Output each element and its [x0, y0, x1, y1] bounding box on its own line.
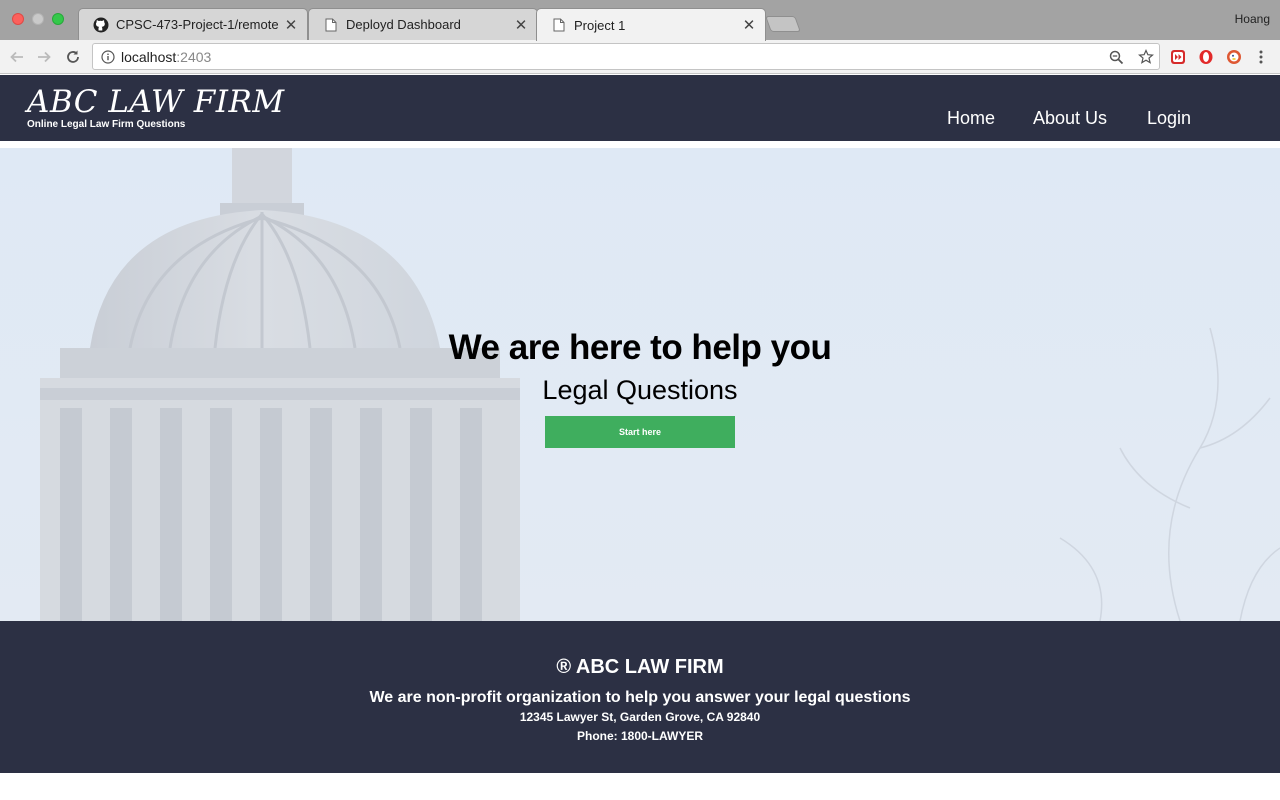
footer-title: ® ABC LAW FIRM	[556, 656, 724, 678]
window-close-button[interactable]	[12, 13, 24, 25]
browser-tab-project1[interactable]: Project 1 ✕	[536, 8, 766, 41]
site-footer: ® ABC LAW FIRM We are non-profit organiz…	[0, 621, 1280, 773]
nav-home-link[interactable]: Home	[947, 108, 995, 129]
back-icon[interactable]	[6, 46, 28, 68]
tab-title: CPSC-473-Project-1/remoted	[116, 17, 279, 32]
brand-title: ABC LAW FIRM	[27, 84, 285, 120]
hero-section: We are here to help you Legal Questions …	[0, 148, 1280, 621]
browser-toolbar: localhost:2403	[0, 40, 1280, 74]
window-maximize-button[interactable]	[52, 13, 64, 25]
nav-about-link[interactable]: About Us	[1033, 108, 1107, 129]
page-icon	[551, 17, 567, 33]
tab-close-icon[interactable]: ✕	[513, 17, 529, 34]
window-minimize-button[interactable]	[32, 13, 44, 25]
new-tab-button[interactable]	[765, 16, 801, 32]
tab-close-icon[interactable]: ✕	[283, 17, 299, 34]
tab-title: Project 1	[574, 17, 626, 33]
hero-subtitle: Legal Questions	[542, 375, 738, 405]
tab-title: Deployd Dashboard	[346, 17, 461, 32]
url-host: localhost	[121, 48, 177, 65]
browser-titlebar: CPSC-473-Project-1/remoted ✕ Deployd Das…	[0, 0, 1280, 41]
footer-address: 12345 Lawyer St, Garden Grove, CA 92840	[519, 710, 761, 724]
hero-content: We are here to help you Legal Questions …	[0, 326, 1280, 448]
profile-name[interactable]: Hoang	[1235, 12, 1270, 26]
duckduckgo-ext-icon[interactable]	[1225, 48, 1243, 66]
brand-tagline: Online Legal Law Firm Questions	[27, 119, 186, 130]
page-icon	[323, 17, 339, 33]
reload-icon[interactable]	[62, 46, 84, 68]
tab-close-icon[interactable]: ✕	[741, 17, 757, 34]
address-bar[interactable]: localhost:2403	[92, 43, 1160, 70]
github-icon	[93, 17, 109, 33]
footer-mission: We are non-profit organization to help y…	[369, 689, 911, 706]
browser-tab-github[interactable]: CPSC-473-Project-1/remoted ✕	[78, 8, 308, 40]
menu-dots-icon[interactable]	[1252, 48, 1270, 66]
star-icon[interactable]	[1137, 48, 1155, 66]
start-here-button[interactable]: Start here	[545, 416, 735, 448]
nav-login-link[interactable]: Login	[1147, 108, 1191, 129]
url-port: :2403	[176, 48, 212, 65]
site-header: ABC LAW FIRM Online Legal Law Firm Quest…	[0, 75, 1280, 141]
browser-tab-deployd[interactable]: Deployd Dashboard ✕	[308, 8, 538, 40]
brand-logo[interactable]: ABC LAW FIRM Online Legal Law Firm Quest…	[27, 85, 285, 130]
opera-ext-icon[interactable]	[1197, 48, 1215, 66]
footer-phone: Phone: 1800-LAWYER	[576, 729, 704, 743]
forward-icon[interactable]	[33, 46, 55, 68]
zoom-out-icon[interactable]	[1107, 48, 1125, 66]
hero-title: We are here to help you	[448, 328, 832, 367]
video-ext-icon[interactable]	[1169, 48, 1187, 66]
info-icon[interactable]	[100, 49, 116, 65]
